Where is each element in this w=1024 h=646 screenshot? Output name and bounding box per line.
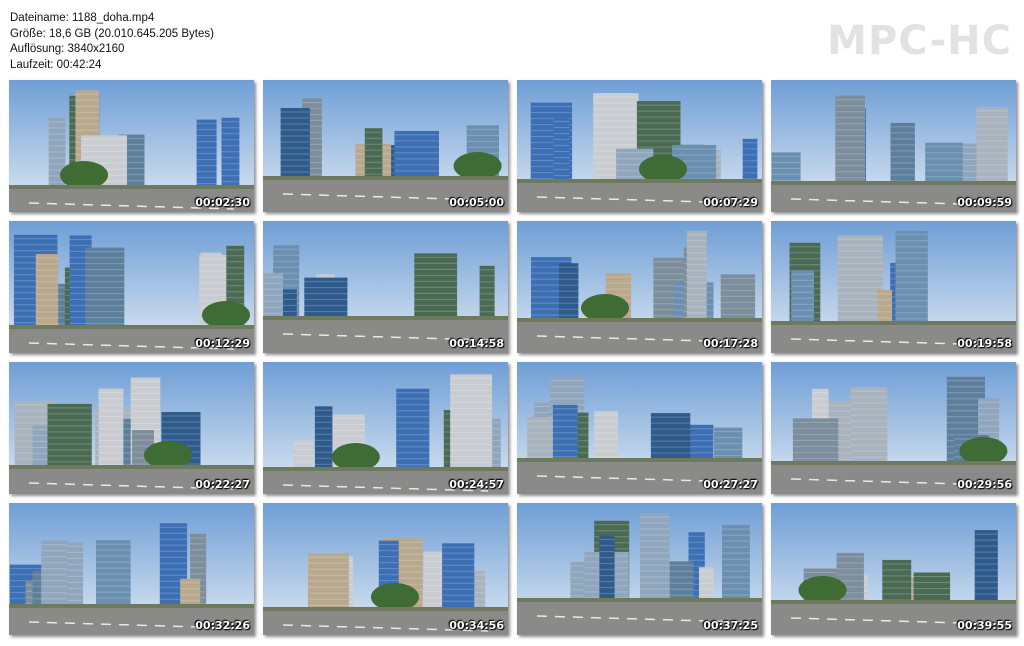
- file-duration: Laufzeit: 00:42:24: [10, 58, 102, 71]
- mpc-hc-logo: MPC-HC: [827, 18, 1012, 64]
- scene-image: [9, 362, 254, 494]
- timestamp-label: 00:02:30: [195, 196, 250, 209]
- file-resolution: Auflösung: 3840x2160: [10, 43, 125, 55]
- video-thumbnail: 00:29:56: [771, 362, 1016, 494]
- scene-image: [771, 503, 1016, 635]
- scene-image: [771, 362, 1016, 494]
- scene-image: [263, 80, 508, 212]
- thumbnail-grid: 00:02:30 00:05:00 00:07:29 00:09:59 00:1…: [9, 80, 1016, 635]
- timestamp-label: 00:34:56: [449, 619, 504, 632]
- scene-image: [517, 80, 762, 212]
- timestamp-label: 00:05:00: [449, 196, 504, 209]
- video-thumbnail: 00:17:28: [517, 221, 762, 353]
- video-thumbnail: 00:14:58: [263, 221, 508, 353]
- timestamp-label: 00:19:58: [957, 337, 1012, 350]
- scene-image: [771, 80, 1016, 212]
- scene-image: [517, 362, 762, 494]
- video-thumbnail: 00:22:27: [9, 362, 254, 494]
- file-size: Größe: 18,6 GB (20.010.645.205 Bytes): [10, 27, 214, 40]
- scene-image: [517, 503, 762, 635]
- timestamp-label: 00:27:27: [703, 478, 758, 491]
- file-name: Dateiname: 1188_doha.mp4: [10, 12, 155, 24]
- video-thumbnail: 00:27:27: [517, 362, 762, 494]
- video-thumbnail: 00:07:29: [517, 80, 762, 212]
- scene-image: [9, 80, 254, 212]
- video-thumbnail: 00:32:26: [9, 503, 254, 635]
- timestamp-label: 00:29:56: [957, 478, 1012, 491]
- video-thumbnail: 00:37:25: [517, 503, 762, 635]
- timestamp-label: 00:37:25: [703, 619, 758, 632]
- scene-image: [263, 221, 508, 353]
- timestamp-label: 00:07:29: [703, 196, 758, 209]
- scene-image: [9, 503, 254, 635]
- timestamp-label: 00:24:57: [449, 478, 504, 491]
- scene-image: [9, 221, 254, 353]
- timestamp-label: 00:09:59: [957, 196, 1012, 209]
- timestamp-label: 00:22:27: [195, 478, 250, 491]
- scene-image: [263, 362, 508, 494]
- video-thumbnail: 00:34:56: [263, 503, 508, 635]
- scene-image: [771, 221, 1016, 353]
- video-thumbnail: 00:02:30: [9, 80, 254, 212]
- timestamp-label: 00:14:58: [449, 337, 504, 350]
- video-thumbnail: 00:39:55: [771, 503, 1016, 635]
- scene-image: [263, 503, 508, 635]
- video-thumbnail: 00:19:58: [771, 221, 1016, 353]
- video-thumbnail: 00:09:59: [771, 80, 1016, 212]
- file-info: Dateiname: 1188_doha.mp4 Größe: 18,6 GB …: [10, 11, 214, 73]
- video-thumbnail: 00:05:00: [263, 80, 508, 212]
- timestamp-label: 00:12:29: [195, 337, 250, 350]
- timestamp-label: 00:39:55: [957, 619, 1012, 632]
- video-thumbnail: 00:24:57: [263, 362, 508, 494]
- scene-image: [517, 221, 762, 353]
- video-thumbnail: 00:12:29: [9, 221, 254, 353]
- timestamp-label: 00:17:28: [703, 337, 758, 350]
- timestamp-label: 00:32:26: [195, 619, 250, 632]
